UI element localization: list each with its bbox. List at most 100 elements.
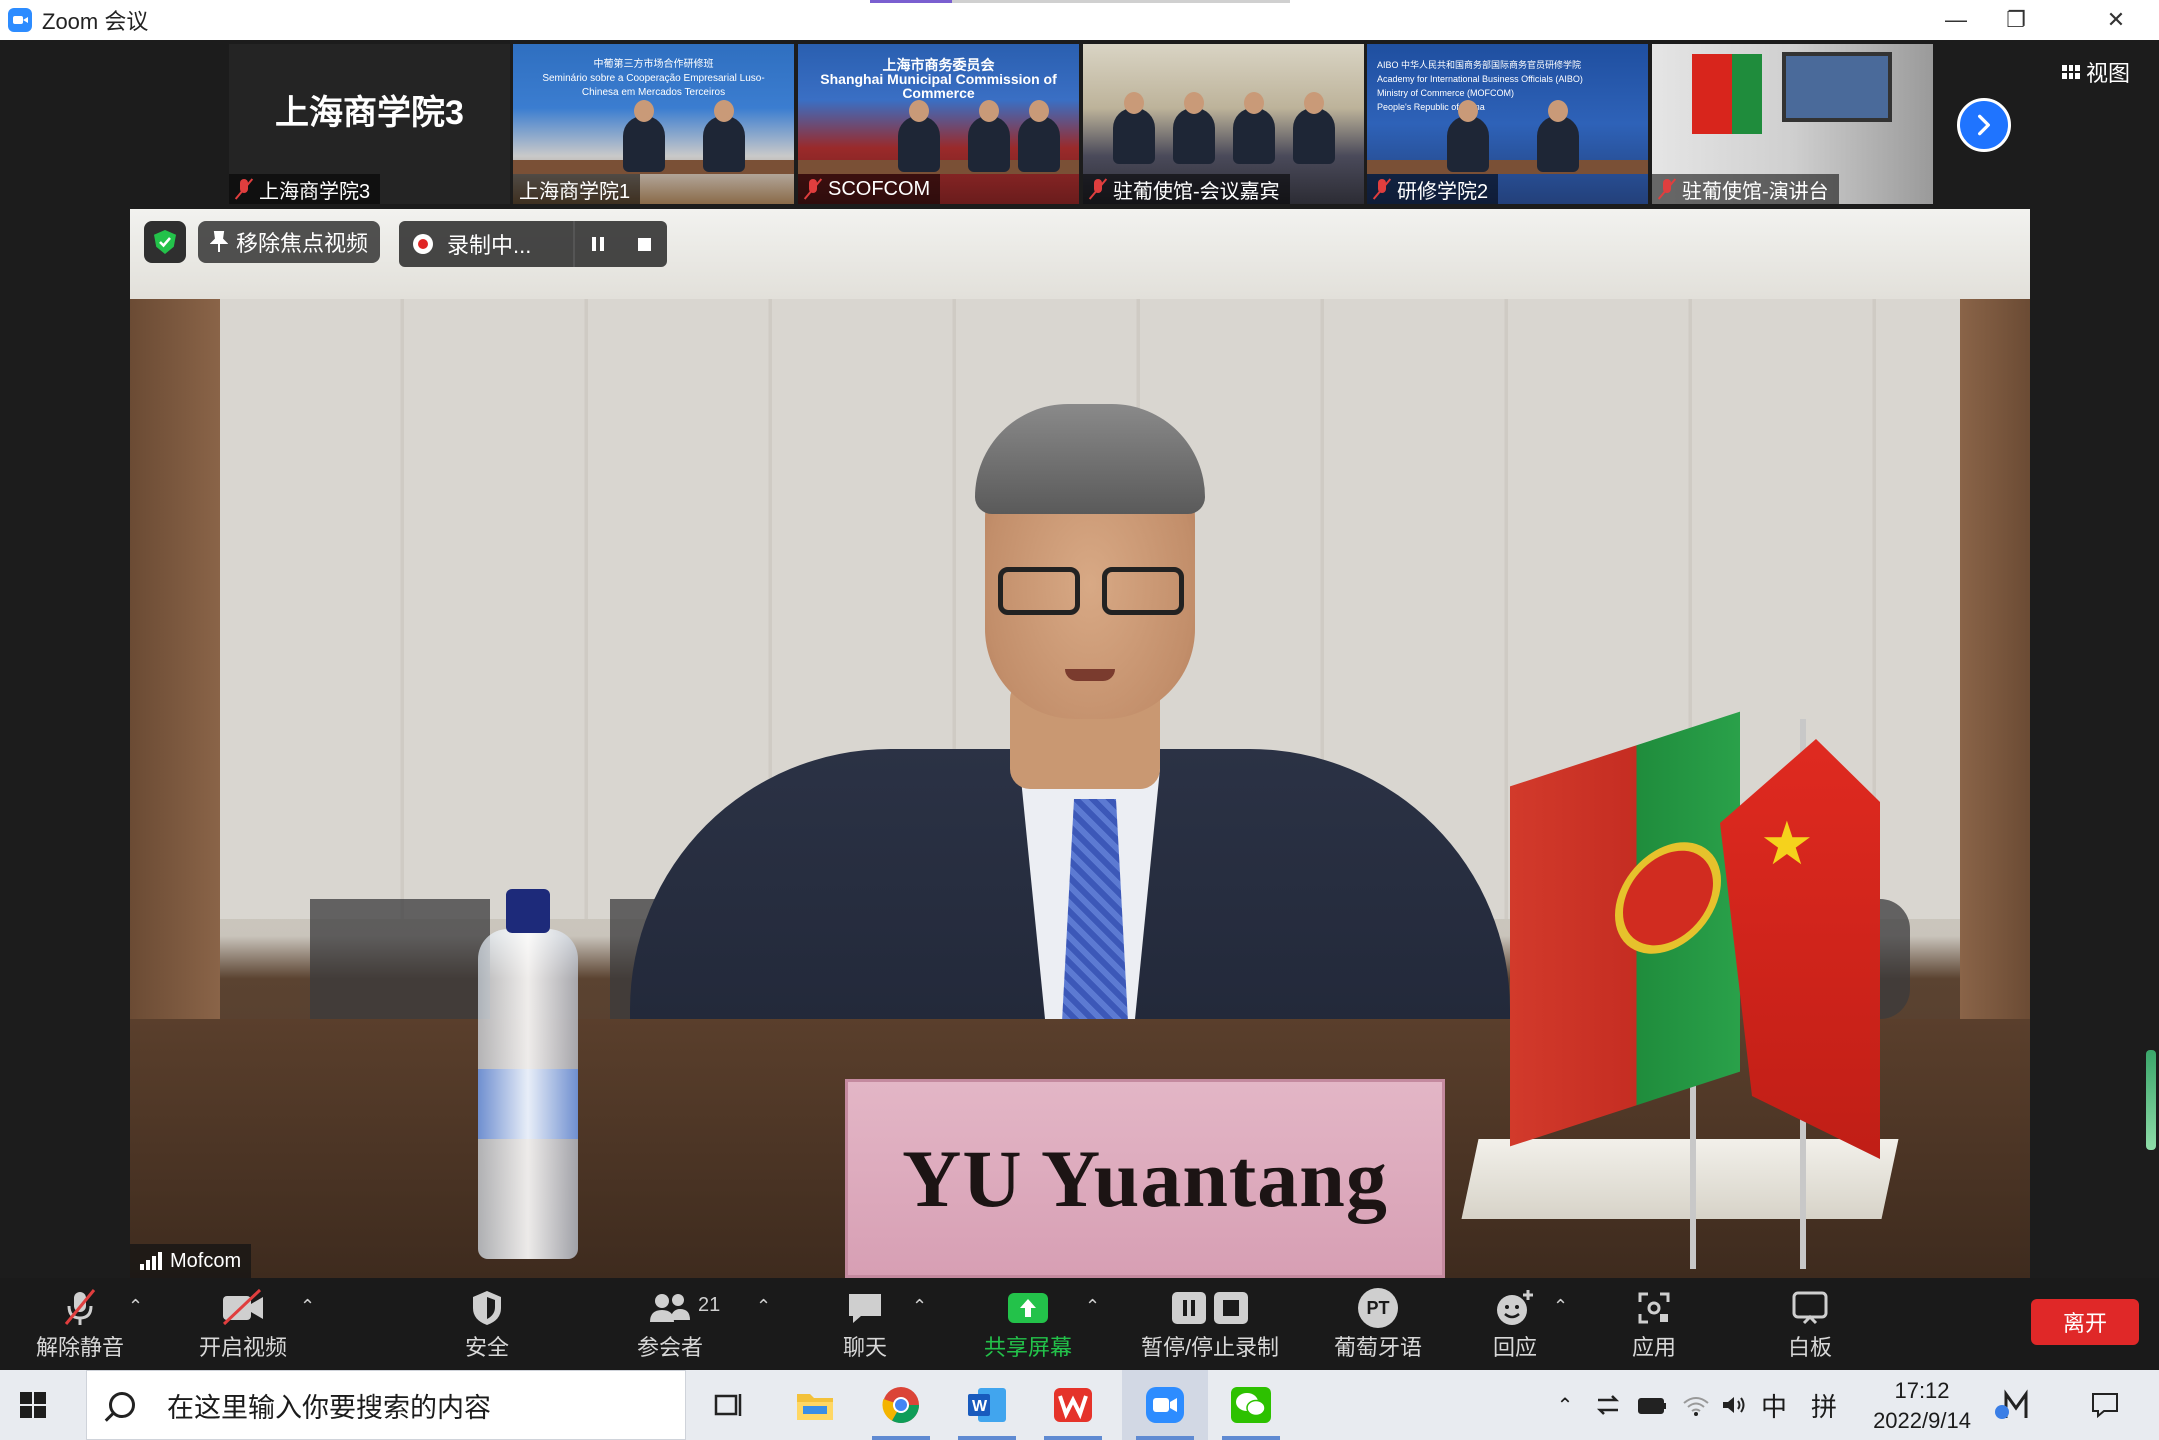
share-screen-button[interactable]: 共享屏幕 bbox=[973, 1278, 1083, 1370]
participant-thumbnail[interactable]: 上海市商务委员会 Shanghai Municipal Commission o… bbox=[798, 44, 1079, 204]
meeting-app-tray-icon[interactable] bbox=[1990, 1370, 2040, 1440]
participants-options-caret[interactable]: ⌃ bbox=[756, 1296, 771, 1317]
mic-muted-icon bbox=[804, 178, 822, 200]
participants-icon bbox=[648, 1288, 692, 1328]
signal-bars-icon bbox=[140, 1252, 162, 1270]
open-book bbox=[1461, 1139, 1899, 1219]
apps-button[interactable]: 应用 bbox=[1604, 1278, 1704, 1370]
recording-status-bar: 录制中... bbox=[399, 221, 667, 267]
encryption-shield-button[interactable] bbox=[144, 221, 186, 263]
wps-taskbar-button[interactable] bbox=[1030, 1370, 1116, 1440]
video-person bbox=[1537, 100, 1579, 172]
wifi-icon[interactable] bbox=[1676, 1370, 1716, 1440]
view-button-label: 视图 bbox=[2086, 61, 2131, 86]
search-placeholder: 在这里输入你要搜索的内容 bbox=[167, 1392, 491, 1423]
participant-thumbnail[interactable]: AIBO 中华人民共和国商务部国际商务官员研修学院 Academy for In… bbox=[1367, 44, 1648, 204]
share-screen-label: 共享屏幕 bbox=[983, 1335, 1072, 1360]
start-video-button[interactable]: 开启视频 bbox=[193, 1278, 293, 1370]
chat-label: 聊天 bbox=[842, 1335, 887, 1360]
remove-spotlight-button[interactable]: 移除焦点视频 bbox=[198, 221, 381, 263]
remove-spotlight-label: 移除焦点视频 bbox=[236, 231, 369, 256]
pause-recording-button[interactable] bbox=[575, 221, 621, 267]
windows-taskbar: 在这里输入你要搜索的内容 W ⌃ 中 拼 17:12 2022/9/14 bbox=[0, 1370, 2159, 1440]
video-options-caret[interactable]: ⌃ bbox=[300, 1296, 315, 1317]
wechat-taskbar-button[interactable] bbox=[1208, 1370, 1294, 1440]
zoom-taskbar-button[interactable] bbox=[1122, 1370, 1208, 1440]
unmute-button[interactable]: 解除静音 bbox=[30, 1278, 130, 1370]
network-sync-icon[interactable] bbox=[1588, 1370, 1628, 1440]
flag-graphic bbox=[1692, 54, 1732, 134]
participant-thumbnail[interactable]: 中葡第三方市场合作研修班 Seminário sobre a Cooperaçã… bbox=[513, 44, 794, 204]
speaker-name-tag: Mofcom bbox=[130, 1244, 252, 1278]
speaker-mouth bbox=[1065, 669, 1115, 681]
audio-options-caret[interactable]: ⌃ bbox=[128, 1296, 143, 1317]
meeting-toolbar: 解除静音 ⌃ 开启视频 ⌃ 安全 21 参会者 ⌃ 聊天 ⌃ 共享屏幕 ⌃ 暂停… bbox=[0, 1278, 2159, 1370]
chrome-taskbar-button[interactable] bbox=[858, 1370, 944, 1440]
minimize-button[interactable]: — bbox=[1926, 0, 1986, 40]
tray-overflow-chevron[interactable]: ⌃ bbox=[1550, 1370, 1580, 1440]
ime-language-indicator[interactable]: 中 bbox=[1756, 1370, 1792, 1440]
share-options-caret[interactable]: ⌃ bbox=[1085, 1296, 1100, 1317]
task-view-icon bbox=[714, 1394, 742, 1416]
taskbar-search-box[interactable]: 在这里输入你要搜索的内容 bbox=[86, 1370, 686, 1440]
video-banner-text: AIBO 中华人民共和国商务部国际商务官员研修学院 Academy for In… bbox=[1377, 60, 1583, 112]
svg-text:W: W bbox=[972, 1398, 988, 1415]
reactions-button[interactable]: 回应 bbox=[1465, 1278, 1565, 1370]
video-person bbox=[1113, 92, 1155, 164]
participants-count: 21 bbox=[698, 1294, 721, 1316]
notification-center-icon[interactable] bbox=[2080, 1370, 2130, 1440]
participants-label: 参会者 bbox=[636, 1335, 703, 1360]
pin-icon bbox=[210, 231, 228, 252]
reactions-label: 回应 bbox=[1492, 1335, 1537, 1360]
video-person bbox=[898, 100, 940, 172]
participant-thumbnail[interactable]: 上海商学院3 上海商学院3 bbox=[229, 44, 510, 204]
ime-mode-indicator[interactable]: 拼 bbox=[1806, 1370, 1842, 1440]
participant-thumbnail[interactable]: 驻葡使馆-会议嘉宾 bbox=[1083, 44, 1364, 204]
chat-options-caret[interactable]: ⌃ bbox=[912, 1296, 927, 1317]
taskbar-clock[interactable]: 17:12 2022/9/14 bbox=[1862, 1376, 1982, 1436]
restore-button[interactable]: ❐ bbox=[1986, 0, 2046, 40]
whiteboard-icon bbox=[1790, 1288, 1830, 1328]
whiteboard-label: 白板 bbox=[1787, 1335, 1832, 1360]
apps-icon bbox=[1634, 1288, 1674, 1328]
battery-icon[interactable] bbox=[1632, 1370, 1672, 1440]
close-button[interactable]: ✕ bbox=[2086, 0, 2146, 40]
clock-time: 17:12 bbox=[1894, 1378, 1950, 1403]
search-icon bbox=[109, 1392, 135, 1418]
active-speaker-video[interactable]: YU Yuantang bbox=[130, 209, 2030, 1278]
video-person bbox=[703, 100, 745, 172]
chevron-right-icon bbox=[1978, 114, 1990, 136]
participant-name-tag: 驻葡使馆-会议嘉宾 bbox=[1083, 174, 1290, 204]
next-page-button[interactable] bbox=[1957, 98, 2011, 152]
volume-icon[interactable] bbox=[1714, 1370, 1754, 1440]
video-person bbox=[1233, 92, 1275, 164]
reactions-options-caret[interactable]: ⌃ bbox=[1553, 1296, 1568, 1317]
zoom-app-icon bbox=[8, 8, 32, 32]
video-banner-text: 上海市商务委员会 Shanghai Municipal Commission o… bbox=[820, 57, 1057, 101]
video-person bbox=[1293, 92, 1335, 164]
word-taskbar-button[interactable]: W bbox=[944, 1370, 1030, 1440]
nameplate-text: YU Yuantang bbox=[902, 1133, 1388, 1224]
meeting-topbar-indicator[interactable] bbox=[870, 0, 1290, 3]
participant-name-tag: SCOFCOM bbox=[798, 174, 941, 204]
chat-button[interactable]: 聊天 bbox=[815, 1278, 915, 1370]
task-view-button[interactable] bbox=[686, 1370, 772, 1440]
security-button[interactable]: 安全 bbox=[437, 1278, 537, 1370]
participant-name-large: 上海商学院3 bbox=[275, 93, 464, 132]
stop-recording-button[interactable] bbox=[621, 221, 667, 267]
participant-thumbnail[interactable]: 驻葡使馆-演讲台 bbox=[1652, 44, 1933, 204]
pause-stop-recording-button[interactable]: 暂停/停止录制 bbox=[1130, 1278, 1290, 1370]
participants-button[interactable]: 21 参会者 bbox=[620, 1278, 720, 1370]
whiteboard-button[interactable]: 白板 bbox=[1760, 1278, 1860, 1370]
leave-meeting-button[interactable]: 离开 bbox=[2031, 1299, 2139, 1345]
video-person bbox=[623, 100, 665, 172]
video-camera-off-icon bbox=[220, 1288, 266, 1328]
view-button[interactable]: 视图 bbox=[2062, 56, 2130, 88]
speaker-glasses bbox=[998, 567, 1188, 617]
participant-name-tag: 研修学院2 bbox=[1367, 174, 1499, 204]
security-label: 安全 bbox=[464, 1335, 509, 1360]
file-explorer-taskbar-button[interactable] bbox=[772, 1370, 858, 1440]
windows-start-icon[interactable] bbox=[20, 1392, 46, 1418]
water-bottle bbox=[478, 889, 578, 1259]
interpretation-button[interactable]: PT 葡萄牙语 bbox=[1323, 1278, 1433, 1370]
